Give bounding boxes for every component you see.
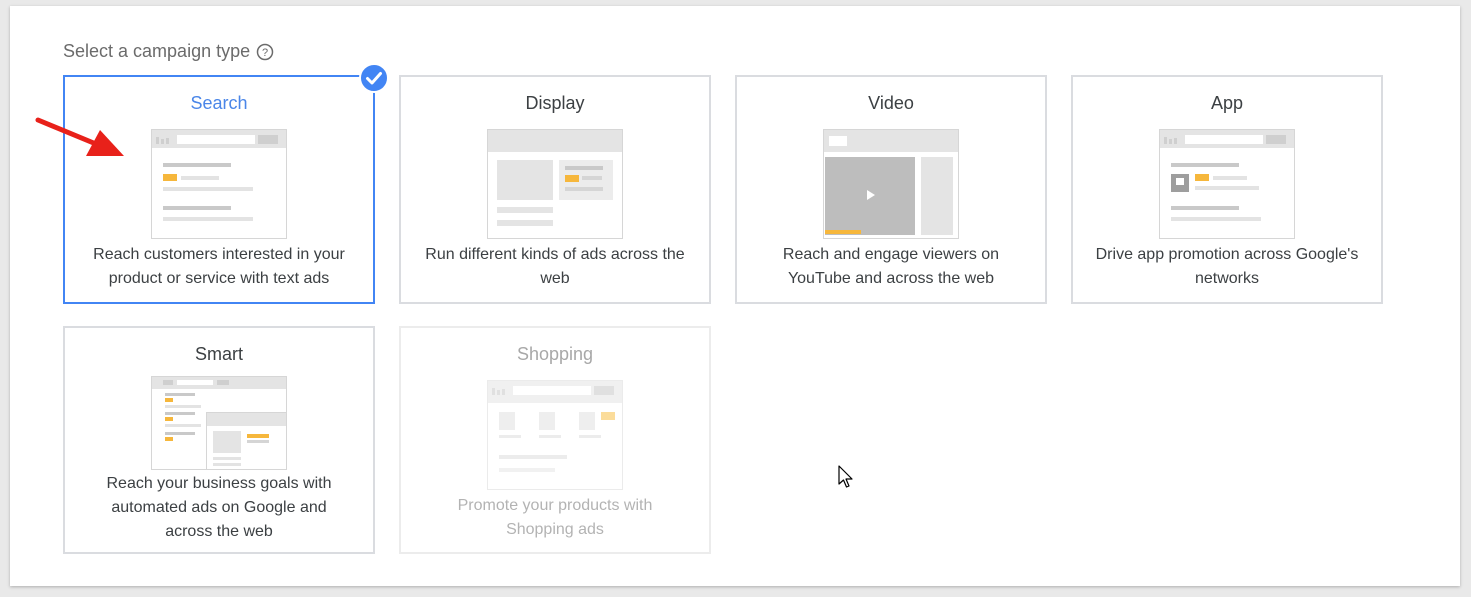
card-title-smart: Smart: [194, 344, 243, 364]
card-desc-search: Reach customers interested in your produ…: [77, 243, 361, 291]
card-desc-line: automated ads on Google and: [111, 499, 327, 516]
card-desc-display: Run different kinds of ads across the we…: [413, 243, 697, 291]
card-desc-line: Shopping ads: [506, 521, 604, 538]
card-desc-line: Reach customers interested in your: [93, 246, 345, 263]
help-circle-icon[interactable]: ?: [256, 43, 274, 61]
video-ad-illustration: [823, 129, 959, 239]
search-ad-illustration: [151, 129, 287, 239]
smart-ad-illustration: [151, 376, 287, 470]
app-ad-illustration: [1159, 129, 1295, 239]
campaign-card-shopping[interactable]: Shopping Promote your products with Shop…: [399, 326, 711, 554]
card-title-display: Display: [525, 93, 585, 113]
display-ad-illustration: [487, 129, 623, 239]
card-desc-line: Run different kinds of ads across the: [425, 246, 685, 263]
campaign-card-app[interactable]: App Drive app promotion across Google's …: [1071, 75, 1383, 304]
campaign-card-smart[interactable]: Smart Reach your business goals with aut…: [63, 326, 375, 554]
shopping-ad-illustration: [487, 380, 623, 490]
red-arrow-icon: [35, 117, 124, 156]
card-desc-line: networks: [1194, 270, 1260, 287]
card-desc-video: Reach and engage viewers on YouTube and …: [749, 243, 1033, 291]
card-title-shopping: Shopping: [516, 344, 594, 364]
svg-text:?: ?: [262, 47, 268, 59]
card-desc-shopping: Promote your products with Shopping ads: [413, 494, 697, 542]
mouse-pointer-icon: [838, 465, 853, 488]
card-desc-line: Drive app promotion across Google's: [1095, 246, 1359, 263]
section-label-text: Select a campaign type: [63, 41, 251, 61]
card-desc-smart: Reach your business goals with automated…: [77, 472, 361, 544]
card-desc-line: Reach and engage viewers on: [782, 246, 1000, 263]
campaign-card-search[interactable]: Search Reach customers interested in you…: [63, 75, 375, 304]
card-desc-line: web: [540, 270, 570, 287]
card-desc-line: Promote your products with: [457, 497, 653, 514]
section-label: Select a campaign type ?: [63, 41, 274, 62]
card-desc-line: across the web: [165, 523, 273, 540]
card-desc-line: YouTube and across the web: [787, 270, 995, 287]
check-circle-icon: [359, 63, 389, 93]
campaign-card-display[interactable]: Display Run different kinds of ads acros…: [399, 75, 711, 304]
card-title-video: Video: [868, 93, 914, 113]
campaign-card-video[interactable]: Video Reach and engage viewers on YouTub…: [735, 75, 1047, 304]
card-desc-line: product or service with text ads: [108, 270, 330, 287]
card-title-app: App: [1210, 93, 1244, 113]
card-title-search: Search: [190, 93, 248, 113]
card-desc-app: Drive app promotion across Google's netw…: [1085, 243, 1369, 291]
card-desc-line: Reach your business goals with: [106, 475, 332, 492]
